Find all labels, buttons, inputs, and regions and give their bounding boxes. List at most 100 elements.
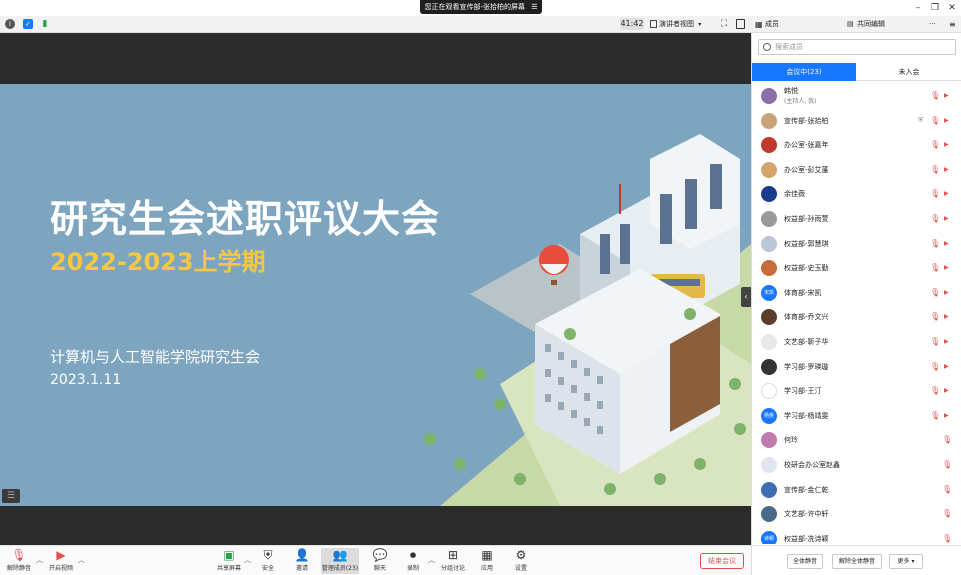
more-options-icon[interactable]: ··· — [929, 16, 936, 33]
camera-off-icon[interactable]: ▶ — [944, 363, 953, 370]
tab-in-meeting[interactable]: 会议中(23) — [752, 63, 856, 81]
participant-row[interactable]: 宣传部-金仁乾 🎙 — [752, 478, 961, 503]
participant-row[interactable]: 宣传部-张拾柏 ⛨ 🎙 ▶ — [752, 109, 961, 134]
invite-label: 邀请 — [295, 565, 308, 572]
member-search-input[interactable]: 搜索成员 — [758, 39, 956, 55]
share-screen-button[interactable]: ▣ 共享屏幕 — [212, 548, 246, 572]
participant-role: (主持人, 我) — [784, 98, 817, 105]
participant-row[interactable]: 何玲 🎙 — [752, 428, 961, 453]
mute-all-button[interactable]: 全体静音 — [787, 554, 823, 569]
notes-button[interactable]: ☰ — [2, 489, 20, 503]
mic-muted-icon[interactable]: 🎙 — [930, 337, 940, 346]
participant-row[interactable]: 权益部-孙雨萱 🎙 ▶ — [752, 207, 961, 232]
tab-not-joined[interactable]: 未入会 — [856, 63, 961, 81]
meeting-panel-title[interactable]: 共同编辑 — [857, 16, 885, 33]
end-meeting-button[interactable]: 结束会议 — [700, 553, 744, 569]
close-icon[interactable]: ✕ — [945, 2, 959, 14]
camera-off-icon[interactable]: ▶ — [944, 141, 953, 148]
camera-off-icon[interactable]: ▶ — [944, 215, 953, 222]
shared-screen-area: 研究生会述职评议大会 2022-2023上学期 计算机与人工智能学院研究生会 2… — [0, 33, 751, 545]
security-button[interactable]: ⛨ 安全 — [251, 548, 285, 572]
participant-name: 校研会办公室赵鑫 — [784, 460, 840, 469]
participant-row[interactable]: 文艺部-许中轩 🎙 — [752, 502, 961, 527]
fullscreen-icon[interactable]: ⛶ — [719, 19, 729, 29]
camera-off-icon[interactable]: ▶ — [944, 387, 953, 394]
mic-muted-icon[interactable]: 🎙 — [942, 534, 952, 543]
camera-off-icon[interactable]: ▶ — [944, 166, 953, 173]
panel-menu-icon[interactable]: ≡ — [949, 16, 956, 33]
participant-name: 体育部-宋凯 — [784, 288, 822, 297]
chevron-up-icon[interactable]: ︿ — [428, 555, 435, 565]
participant-row[interactable]: 诗颖 权益部-冼诗颖 🎙 — [752, 527, 961, 544]
mic-muted-icon[interactable]: 🎙 — [930, 362, 940, 371]
info-icon[interactable]: i — [5, 19, 15, 29]
restore-icon[interactable]: ❐ — [928, 2, 942, 14]
mic-muted-icon[interactable]: 🎙 — [942, 435, 952, 444]
participant-row[interactable]: 余佳薇 🎙 ▶ — [752, 182, 961, 207]
mic-muted-icon[interactable]: 🎙 — [930, 189, 940, 198]
camera-off-icon[interactable]: ▶ — [944, 264, 953, 271]
mic-muted-icon[interactable]: 🎙 — [930, 239, 940, 248]
mic-muted-icon[interactable]: 🎙 — [930, 140, 940, 149]
camera-off-icon[interactable]: ▶ — [944, 313, 953, 320]
avatar — [761, 383, 777, 400]
camera-off-icon[interactable]: ▶ — [944, 92, 953, 99]
participant-row[interactable]: 宋凯 体育部-宋凯 🎙 ▶ — [752, 281, 961, 306]
participant-name: 办公室-张嘉年 — [784, 141, 829, 150]
mic-muted-icon[interactable]: 🎙 — [930, 312, 940, 321]
meeting-timer: 41:42 — [620, 18, 644, 30]
mic-muted-icon[interactable]: 🎙 — [930, 288, 940, 297]
settings-button[interactable]: ⚙ 设置 — [504, 548, 538, 572]
view-mode-selector[interactable]: 演讲者视图 ▾ — [650, 18, 710, 30]
start-video-button[interactable]: ▶ 开启视频 — [44, 548, 78, 572]
screen-share-banner[interactable]: 您正在观看宣传部-张拾柏的屏幕 ☰ — [420, 0, 542, 14]
signal-icon[interactable]: ▮ — [40, 19, 50, 29]
participant-row[interactable]: 办公室-张嘉年 🎙 ▶ — [752, 133, 961, 158]
chevron-up-icon[interactable]: ︿ — [36, 555, 43, 565]
participant-row[interactable]: 韩悦 (主持人, 我) 🎙 ▶ — [752, 84, 961, 109]
chevron-up-icon[interactable]: ︿ — [78, 555, 85, 565]
unmute-all-button[interactable]: 解除全体静音 — [832, 554, 882, 569]
mic-muted-icon[interactable]: 🎙 — [930, 214, 940, 223]
window-icon[interactable] — [736, 19, 745, 29]
record-button[interactable]: ⏺ 录制 — [396, 548, 430, 572]
mic-muted-icon[interactable]: 🎙 — [942, 460, 952, 469]
participant-row[interactable]: 学习部-罗瑛璇 🎙 ▶ — [752, 355, 961, 380]
participant-row[interactable]: 办公室-彭艾蓬 🎙 ▶ — [752, 158, 961, 183]
camera-off-icon[interactable]: ▶ — [944, 412, 953, 419]
participant-row[interactable]: 权益部-史玉勤 🎙 ▶ — [752, 256, 961, 281]
participant-row[interactable]: 体育部-乔文兴 🎙 ▶ — [752, 305, 961, 330]
collapse-panel-handle[interactable]: ‹ — [741, 287, 751, 307]
minimize-icon[interactable]: – — [911, 2, 925, 14]
camera-off-icon[interactable]: ▶ — [944, 240, 953, 247]
manage-members-button[interactable]: 👥 管理成员(23) — [321, 548, 359, 574]
chat-button[interactable]: 💬 聊天 — [363, 548, 397, 572]
camera-off-icon[interactable]: ▶ — [944, 190, 953, 197]
mic-muted-icon[interactable]: 🎙 — [930, 165, 940, 174]
camera-off-icon[interactable]: ▶ — [944, 117, 953, 124]
unmute-button[interactable]: 🎙 解除静音 — [2, 548, 36, 572]
menu-icon[interactable]: ☰ — [531, 0, 537, 14]
chevron-up-icon[interactable]: ︿ — [244, 555, 251, 565]
participant-row[interactable]: 杨雯 学习部-杨靖雯 🎙 ▶ — [752, 404, 961, 429]
shield-icon[interactable]: ✓ — [23, 19, 33, 29]
participant-row[interactable]: 校研会办公室赵鑫 🎙 — [752, 453, 961, 478]
mic-muted-icon[interactable]: 🎙 — [930, 411, 940, 420]
camera-off-icon[interactable]: ▶ — [944, 338, 953, 345]
mic-muted-icon[interactable]: 🎙 — [930, 116, 940, 125]
camera-off-icon[interactable]: ▶ — [944, 289, 953, 296]
invite-button[interactable]: 👤 邀请 — [285, 548, 319, 572]
participant-row[interactable]: 权益部-郭慧琪 🎙 ▶ — [752, 232, 961, 257]
more-button[interactable]: 更多 ▾ — [889, 554, 923, 569]
mic-muted-icon[interactable]: 🎙 — [930, 386, 940, 395]
mic-muted-icon[interactable]: 🎙 — [942, 509, 952, 518]
breakout-button[interactable]: ⊞ 分组讨论 — [436, 548, 470, 572]
members-icon: 👥 — [332, 548, 348, 562]
participant-row[interactable]: 文艺部-靳子华 🎙 ▶ — [752, 330, 961, 355]
mic-muted-icon[interactable]: 🎙 — [942, 485, 952, 494]
mic-muted-icon[interactable]: 🎙 — [930, 91, 940, 100]
participant-row[interactable]: 学习部-王汀 🎙 ▶ — [752, 379, 961, 404]
mic-muted-icon[interactable]: 🎙 — [930, 263, 940, 272]
avatar — [761, 137, 777, 154]
apps-button[interactable]: ▦ 应用 — [470, 548, 504, 572]
